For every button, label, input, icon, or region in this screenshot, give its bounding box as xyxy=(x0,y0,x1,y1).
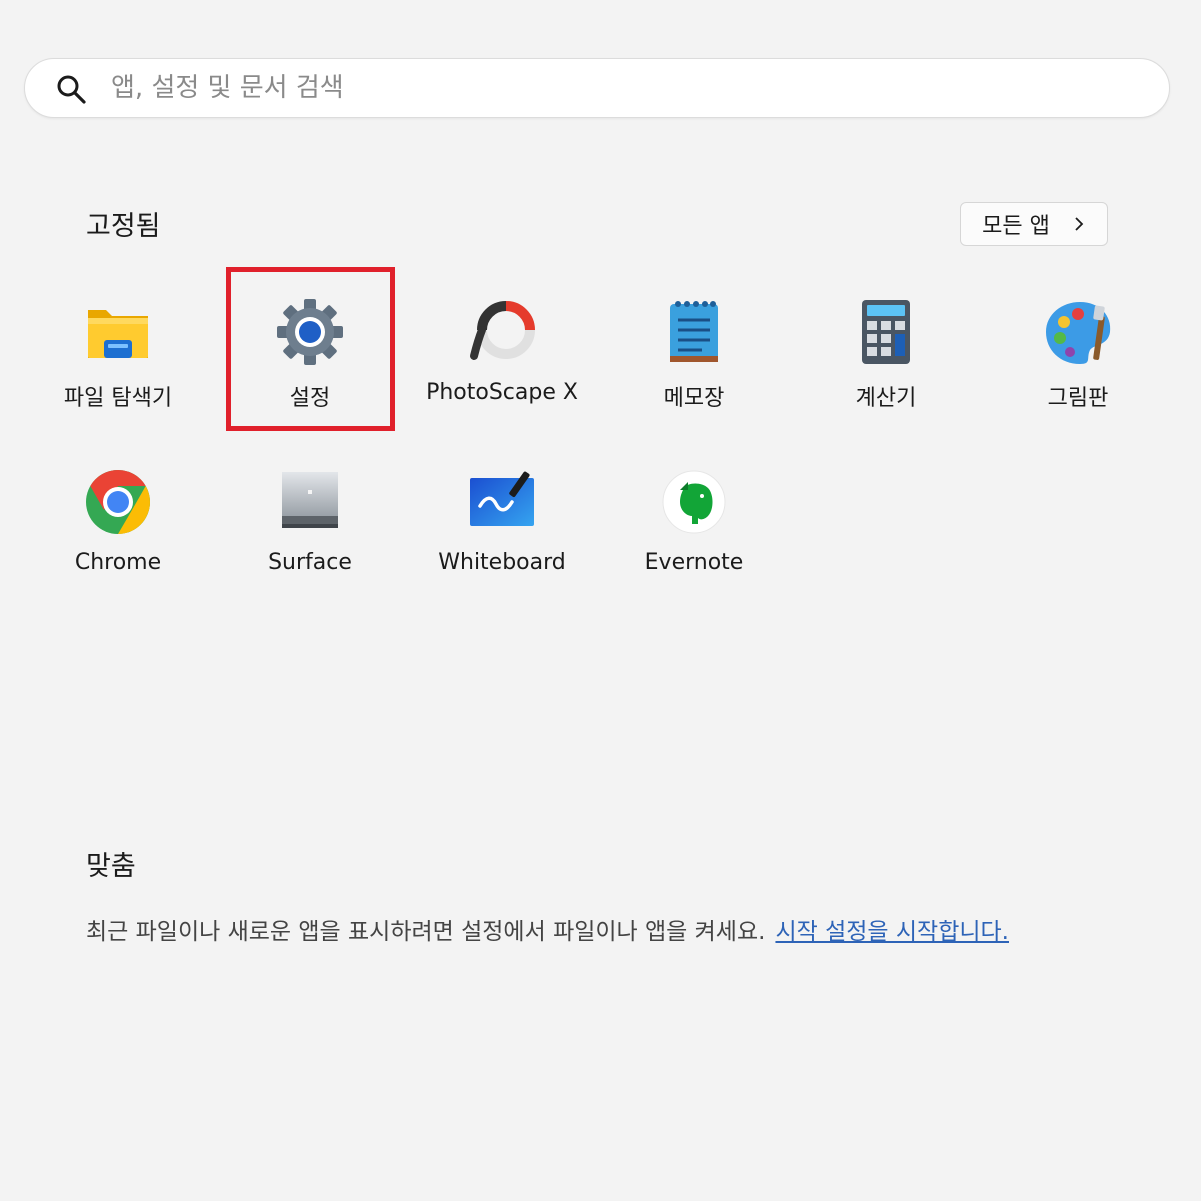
file-explorer-icon xyxy=(88,310,148,358)
app-label: Evernote xyxy=(644,550,744,575)
pinned-app-calculator[interactable]: 계산기 xyxy=(796,270,976,420)
recommended-message-text: 최근 파일이나 새로운 앱을 표시하려면 설정에서 파일이나 앱을 켜세요. xyxy=(86,919,766,945)
app-label: 계산기 xyxy=(855,386,917,411)
all-apps-label: 모든 앱 xyxy=(982,214,1050,239)
notepad-icon xyxy=(670,301,718,362)
app-label: Chrome xyxy=(74,550,162,575)
pinned-app-surface[interactable]: Surface xyxy=(220,440,400,590)
pinned-app-file-explorer[interactable]: 파일 탐색기 xyxy=(28,270,208,420)
app-label: 설정 xyxy=(289,386,331,411)
pinned-app-evernote[interactable]: Evernote xyxy=(604,440,784,590)
whiteboard-icon xyxy=(470,471,534,526)
search-icon xyxy=(57,75,86,104)
calculator-icon xyxy=(862,300,910,364)
search-input[interactable] xyxy=(111,67,1141,109)
app-label: 파일 탐색기 xyxy=(63,386,173,411)
app-label: Whiteboard xyxy=(438,550,566,575)
recommended-message: 최근 파일이나 새로운 앱을 표시하려면 설정에서 파일이나 앱을 켜세요. 시작… xyxy=(86,912,1009,946)
settings-gear-icon xyxy=(277,299,343,365)
search-bar[interactable] xyxy=(24,58,1170,118)
start-settings-link[interactable]: 시작 설정을 시작합니다. xyxy=(775,919,1009,945)
photoscape-icon xyxy=(470,301,535,360)
recommended-title: 맞춤 xyxy=(86,851,136,882)
paint-icon xyxy=(1046,302,1111,364)
pinned-app-whiteboard[interactable]: Whiteboard xyxy=(412,440,592,590)
pinned-title: 고정됨 xyxy=(86,211,161,242)
pinned-app-photoscape[interactable]: PhotoScape X xyxy=(412,270,592,420)
app-label: PhotoScape X xyxy=(426,380,578,405)
chrome-icon xyxy=(86,470,150,534)
pinned-app-paint[interactable]: 그림판 xyxy=(988,270,1168,420)
evernote-icon xyxy=(662,470,726,534)
pinned-app-chrome[interactable]: Chrome xyxy=(28,440,208,590)
pinned-app-notepad[interactable]: 메모장 xyxy=(604,270,784,420)
app-label: 그림판 xyxy=(1047,386,1109,411)
surface-icon xyxy=(282,472,338,528)
app-label: 메모장 xyxy=(663,386,725,411)
all-apps-button[interactable]: 모든 앱 xyxy=(960,202,1108,246)
pinned-app-settings[interactable]: 설정 xyxy=(220,270,400,420)
app-label: Surface xyxy=(268,550,352,575)
chevron-right-icon xyxy=(1075,217,1084,231)
